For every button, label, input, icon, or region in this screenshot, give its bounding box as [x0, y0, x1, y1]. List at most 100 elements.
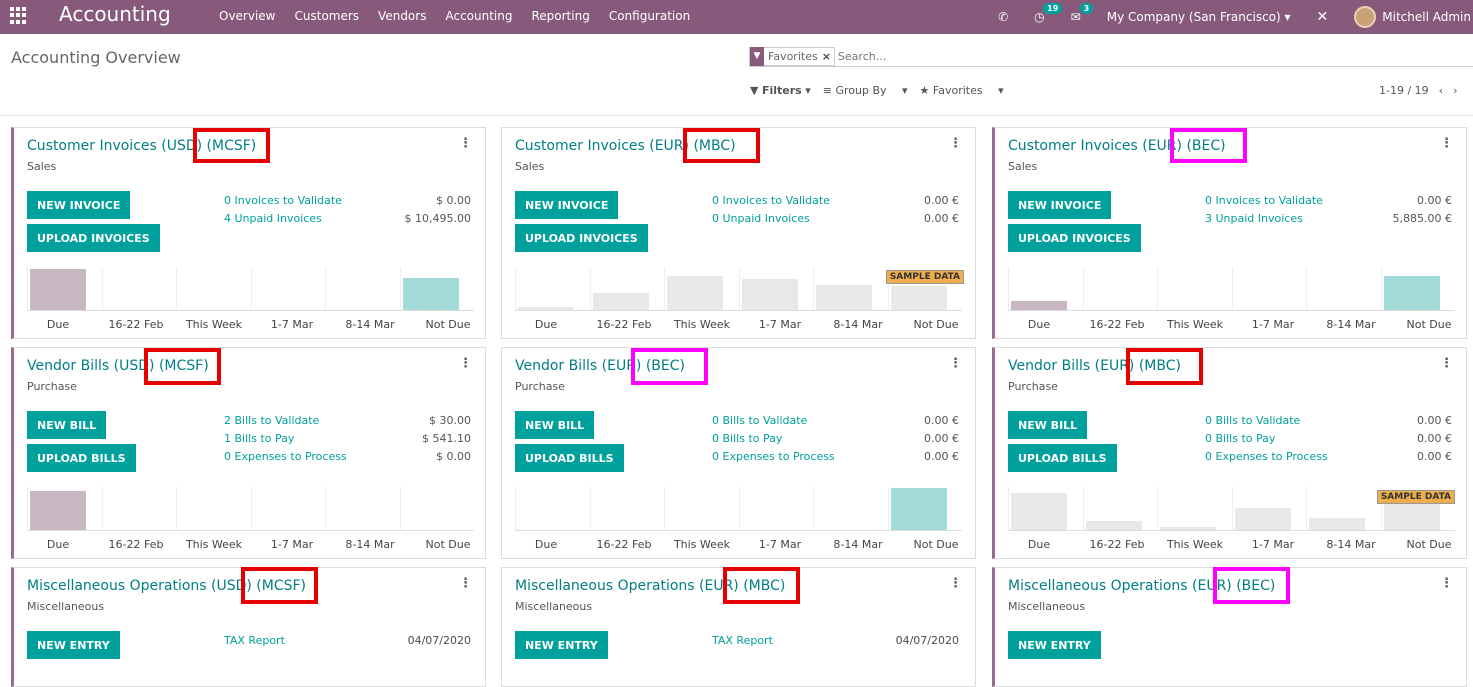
chart-bar[interactable] — [1085, 521, 1142, 530]
upload-button[interactable]: UPLOAD INVOICES — [1008, 224, 1141, 252]
kebab-menu-icon[interactable]: ⋮ — [949, 356, 962, 371]
primary-action-button[interactable]: NEW INVOICE — [27, 191, 131, 219]
app-title[interactable]: Accounting — [59, 2, 171, 26]
chart-bar[interactable] — [518, 307, 574, 310]
apps-grid-icon[interactable] — [10, 6, 28, 24]
stat-link[interactable]: 0 Bills to Validate — [1205, 414, 1300, 432]
stat-link[interactable]: 2 Bills to Validate — [224, 414, 319, 432]
primary-action-button[interactable]: NEW INVOICE — [1008, 191, 1112, 219]
chart-bar[interactable] — [1383, 276, 1440, 310]
highlight-box — [723, 567, 800, 604]
activity-icon[interactable]: ◷ 19 — [1034, 3, 1063, 24]
kebab-menu-icon[interactable]: ⋮ — [949, 136, 962, 151]
stat-link[interactable]: 0 Invoices to Validate — [1205, 194, 1323, 212]
upload-button[interactable]: UPLOAD INVOICES — [27, 224, 160, 252]
chart-bar[interactable] — [1234, 507, 1291, 530]
stat-link[interactable]: 0 Expenses to Process — [712, 450, 835, 468]
chart-bar[interactable] — [592, 292, 649, 310]
primary-action-button[interactable]: NEW ENTRY — [27, 631, 120, 659]
chart-bar[interactable] — [402, 277, 459, 310]
filters-dropdown[interactable]: ▼ Filters ▾ — [750, 84, 811, 97]
search-input[interactable] — [837, 49, 1038, 63]
stat-row: 3 Unpaid Invoices 5,885.00 € — [1205, 212, 1452, 230]
stat-link[interactable]: 0 Bills to Validate — [712, 414, 807, 432]
chart-bar[interactable] — [1160, 527, 1216, 530]
debug-tools-icon[interactable]: ✕ — [1317, 9, 1329, 25]
chart-bar[interactable] — [1383, 504, 1440, 530]
chart-bar[interactable] — [667, 275, 723, 310]
menu-accounting[interactable]: Accounting — [445, 9, 512, 23]
chart-bar[interactable] — [741, 279, 798, 310]
menu-reporting[interactable]: Reporting — [531, 9, 589, 23]
upload-button[interactable]: UPLOAD BILLS — [1008, 444, 1117, 472]
pager-next-icon[interactable]: › — [1453, 84, 1457, 97]
kebab-menu-icon[interactable]: ⋮ — [459, 356, 472, 371]
user-name: Mitchell Admin — [1382, 10, 1471, 24]
primary-action-button[interactable]: NEW BILL — [27, 411, 107, 439]
primary-action-button[interactable]: NEW ENTRY — [515, 631, 608, 659]
chart-column — [176, 487, 250, 530]
chart-bar[interactable] — [890, 286, 947, 310]
upload-button[interactable]: UPLOAD INVOICES — [515, 224, 648, 252]
kebab-menu-icon[interactable]: ⋮ — [1440, 356, 1453, 371]
kebab-menu-icon[interactable]: ⋮ — [459, 136, 472, 151]
stat-link[interactable]: 0 Bills to Pay — [1205, 432, 1275, 450]
stat-amount: 0.00 € — [924, 450, 959, 463]
stat-link[interactable]: 0 Invoices to Validate — [712, 194, 830, 212]
stat-link[interactable]: 4 Unpaid Invoices — [224, 212, 322, 230]
journal-card: Vendor Bills (USD) (MCSF) Purchase ⋮ NEW BI… — [11, 347, 486, 559]
journal-type: Sales — [515, 160, 545, 173]
group-by-dropdown[interactable]: ≡ Group By ▾ — [823, 84, 908, 97]
x-tick-label: Due — [534, 538, 558, 551]
favorites-dropdown[interactable]: ★ Favorites ▾ — [920, 84, 1004, 97]
menu-configuration[interactable]: Configuration — [609, 9, 690, 23]
upload-button[interactable]: UPLOAD BILLS — [27, 444, 136, 472]
highlight-box — [683, 128, 760, 163]
stat-link[interactable]: 0 Unpaid Invoices — [712, 212, 810, 230]
primary-action-button[interactable]: NEW ENTRY — [1008, 631, 1101, 659]
stat-link[interactable]: 0 Invoices to Validate — [224, 194, 342, 212]
search-facet[interactable]: ▼ Favorites × — [749, 46, 835, 66]
stat-link[interactable]: 0 Expenses to Process — [224, 450, 347, 468]
chart-column — [101, 487, 176, 530]
x-tick-label: Not Due — [425, 538, 471, 551]
stat-link[interactable]: 0 Expenses to Process — [1205, 450, 1328, 468]
highlight-box — [241, 567, 318, 604]
kebab-menu-icon[interactable]: ⋮ — [459, 576, 472, 591]
phone-icon[interactable]: ✆ — [998, 10, 1008, 24]
stat-link[interactable]: 3 Unpaid Invoices — [1205, 212, 1303, 230]
menu-overview[interactable]: Overview — [219, 9, 276, 23]
primary-action-button[interactable]: NEW BILL — [1008, 411, 1088, 439]
chart-bar[interactable] — [1011, 300, 1067, 310]
chart-bar[interactable] — [1011, 493, 1067, 530]
facet-remove-icon[interactable]: × — [822, 50, 834, 63]
primary-action-button[interactable]: NEW BILL — [515, 411, 595, 439]
chart-bar[interactable] — [30, 269, 86, 310]
x-tick-label: This Week — [1166, 318, 1224, 331]
tax-report-link[interactable]: TAX Report — [224, 634, 285, 647]
pager-value[interactable]: 1-19 / 19 — [1379, 84, 1429, 97]
menu-vendors[interactable]: Vendors — [378, 9, 426, 23]
stat-amount: $ 30.00 — [429, 414, 471, 427]
kebab-menu-icon[interactable]: ⋮ — [949, 576, 962, 591]
chart-bar[interactable] — [890, 487, 947, 530]
chart-column — [887, 487, 962, 530]
primary-action-button[interactable]: NEW INVOICE — [515, 191, 619, 219]
pager-prev-icon[interactable]: ‹ — [1439, 84, 1443, 97]
menu-customers[interactable]: Customers — [295, 9, 360, 23]
journal-stats: 0 Bills to Validate 0.00 € 0 Bills to Pay 0… — [1205, 414, 1452, 468]
company-switcher[interactable]: My Company (San Francisco) ▾ — [1107, 10, 1291, 24]
messages-icon[interactable]: ✉ 3 — [1071, 3, 1094, 24]
stat-link[interactable]: 0 Bills to Pay — [712, 432, 782, 450]
user-menu[interactable]: Mitchell Admin — [1354, 6, 1471, 28]
upload-button[interactable]: UPLOAD BILLS — [515, 444, 624, 472]
chart-bar[interactable] — [30, 491, 86, 530]
x-tick-label: This Week — [673, 538, 731, 551]
kebab-menu-icon[interactable]: ⋮ — [1440, 576, 1453, 591]
kebab-menu-icon[interactable]: ⋮ — [1440, 136, 1453, 151]
chart-bar[interactable] — [1309, 518, 1365, 530]
stat-link[interactable]: 1 Bills to Pay — [224, 432, 294, 450]
tax-report-link[interactable]: TAX Report — [712, 634, 773, 647]
chart-bar[interactable] — [816, 285, 872, 310]
stat-amount: 0.00 € — [1417, 414, 1452, 427]
